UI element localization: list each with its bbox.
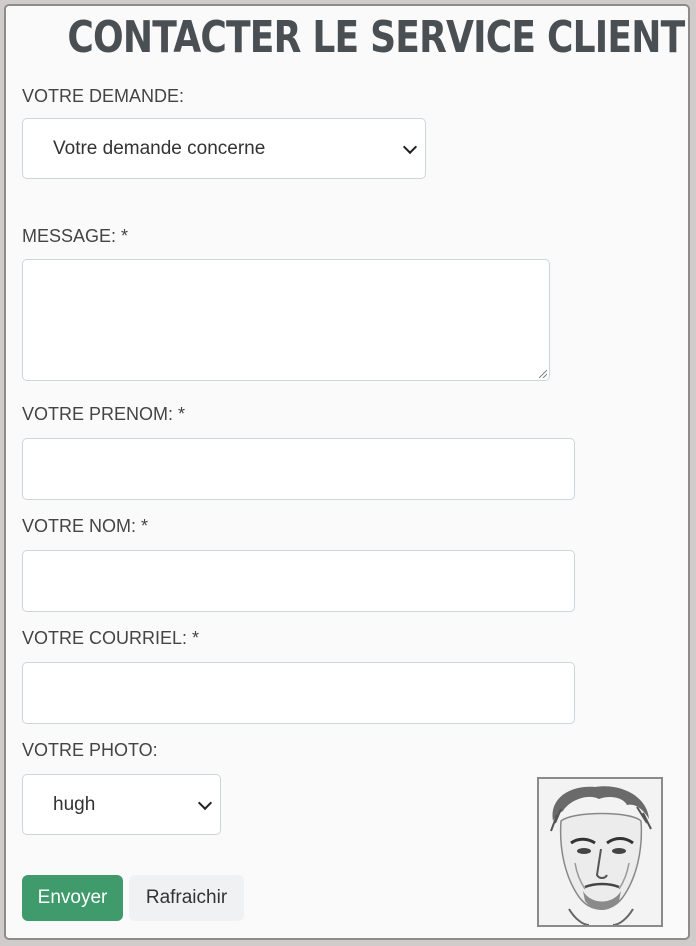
- contact-form-panel: CONTACTER LE SERVICE CLIENT VOTRE DEMAND…: [4, 4, 690, 940]
- lastname-label: VOTRE NOM: *: [22, 516, 149, 536]
- email-label: VOTRE COURRIEL: *: [22, 628, 200, 648]
- firstname-input[interactable]: [22, 438, 575, 500]
- portrait-sketch-icon: [539, 779, 661, 925]
- request-select[interactable]: Votre demande concerne: [22, 118, 426, 179]
- request-select-value: Votre demande concerne: [53, 137, 266, 159]
- submit-button[interactable]: Envoyer: [22, 875, 123, 921]
- request-label: VOTRE DEMANDE:: [22, 86, 185, 106]
- page-title: CONTACTER LE SERVICE CLIENT: [67, 12, 685, 63]
- refresh-button[interactable]: Rafraichir: [129, 875, 244, 921]
- firstname-label: VOTRE PRENOM: *: [22, 404, 186, 424]
- photo-preview: [537, 777, 663, 927]
- lastname-input[interactable]: [22, 550, 575, 612]
- photo-select-value: hugh: [53, 793, 96, 815]
- chevron-down-icon: [197, 795, 213, 810]
- chevron-down-icon: [402, 139, 418, 154]
- message-label: MESSAGE: *: [22, 226, 129, 246]
- resize-handle-icon[interactable]: [539, 370, 547, 378]
- photo-select[interactable]: hugh: [22, 774, 221, 835]
- photo-label: VOTRE PHOTO:: [22, 740, 158, 760]
- email-input[interactable]: [22, 662, 575, 724]
- message-textarea[interactable]: [22, 259, 550, 381]
